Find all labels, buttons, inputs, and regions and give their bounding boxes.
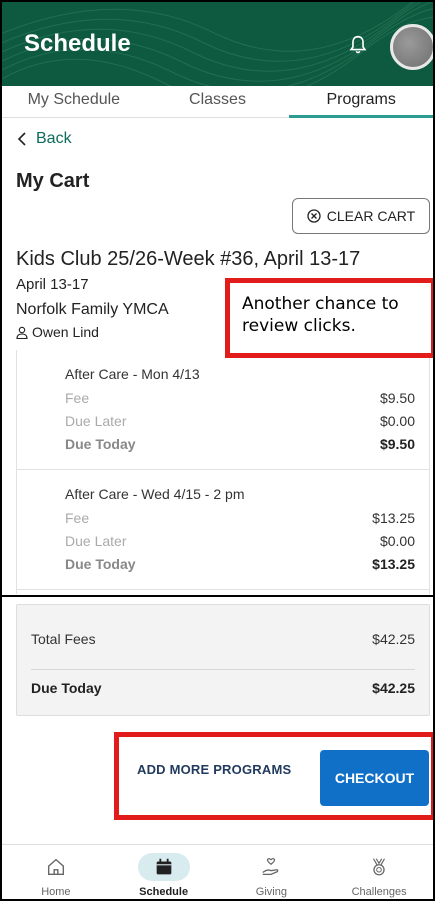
- due-later-row: Due Later $0.00: [65, 413, 415, 429]
- summary-due-today-label: Due Today: [31, 680, 102, 696]
- checkout-button[interactable]: CHECKOUT: [320, 750, 429, 806]
- clear-cart-button[interactable]: CLEAR CART: [292, 198, 430, 234]
- bell-icon[interactable]: [347, 34, 369, 56]
- cart-item: After Care - Mon 4/13 Fee $9.50 Due Late…: [17, 350, 429, 470]
- due-today-value: $9.50: [379, 436, 415, 452]
- program-title: Kids Club 25/26-Week #36, April 13-17: [16, 248, 361, 270]
- due-later-label: Due Later: [65, 533, 127, 549]
- giving-hand-icon: [245, 853, 297, 881]
- cart-item-name: After Care - Wed 4/15 - 2 pm: [65, 486, 245, 502]
- fee-value: $9.50: [379, 390, 415, 406]
- due-today-label: Due Today: [65, 556, 136, 572]
- app-frame: Schedule My Schedule Classes Programs Ba…: [0, 0, 435, 901]
- total-fees-row: Total Fees $42.25: [31, 605, 415, 670]
- nav-schedule-label: Schedule: [139, 886, 189, 898]
- nav-challenges-label: Challenges: [351, 886, 407, 898]
- avatar[interactable]: [390, 24, 433, 70]
- chevron-left-icon: [17, 132, 26, 146]
- fee-row: Fee $13.25: [65, 510, 415, 526]
- medal-icon: [353, 853, 405, 881]
- tab-bar: My Schedule Classes Programs: [2, 86, 433, 118]
- section-divider: [2, 595, 433, 597]
- fee-value: $13.25: [372, 510, 415, 526]
- tab-my-schedule[interactable]: My Schedule: [2, 86, 146, 117]
- nav-giving[interactable]: Giving: [218, 845, 326, 899]
- tab-programs[interactable]: Programs: [289, 86, 433, 118]
- program-location: Norfolk Family YMCA: [16, 301, 169, 318]
- cart-summary: Total Fees $42.25 Due Today $42.25: [16, 604, 430, 716]
- home-icon: [30, 853, 82, 881]
- fee-label: Fee: [65, 510, 90, 526]
- clear-cart-label: CLEAR CART: [326, 208, 416, 224]
- clear-circle-x-icon: [307, 209, 321, 223]
- total-fees-value: $42.25: [372, 631, 415, 647]
- due-later-label: Due Later: [65, 413, 127, 429]
- nav-home[interactable]: Home: [2, 845, 110, 899]
- tab-classes[interactable]: Classes: [146, 86, 290, 117]
- due-later-value: $0.00: [379, 413, 415, 429]
- fee-label: Fee: [65, 390, 90, 406]
- page-title: My Cart: [16, 170, 90, 192]
- cart-items-list: After Care - Mon 4/13 Fee $9.50 Due Late…: [16, 350, 430, 594]
- total-fees-label: Total Fees: [31, 631, 96, 647]
- due-today-value: $13.25: [372, 556, 415, 572]
- due-today-label: Due Today: [65, 436, 136, 452]
- page-header-title: Schedule: [24, 30, 131, 57]
- nav-home-label: Home: [41, 886, 71, 898]
- fee-row: Fee $9.50: [65, 390, 415, 406]
- nav-schedule[interactable]: Schedule: [110, 845, 218, 899]
- nav-giving-label: Giving: [255, 886, 287, 898]
- due-later-value: $0.00: [379, 533, 415, 549]
- due-today-row: Due Today $13.25: [65, 556, 415, 572]
- program-participant: Owen Lind: [16, 324, 99, 340]
- program-dates: April 13-17: [16, 276, 89, 293]
- participant-name: Owen Lind: [32, 324, 99, 340]
- cart-item-name: After Care - Mon 4/13: [65, 366, 200, 382]
- annotation-callout: Another chance to review clicks.: [225, 278, 433, 358]
- back-label: Back: [36, 130, 72, 147]
- add-more-programs-button[interactable]: ADD MORE PROGRAMS: [137, 762, 291, 777]
- person-icon: [16, 326, 28, 339]
- calendar-icon: [137, 853, 190, 881]
- bottom-nav: Home Schedule Giving Challenges: [2, 844, 433, 899]
- summary-due-today-row: Due Today $42.25: [31, 670, 415, 696]
- due-today-row: Due Today $9.50: [65, 436, 415, 452]
- due-later-row: Due Later $0.00: [65, 533, 415, 549]
- summary-due-today-value: $42.25: [372, 680, 415, 696]
- back-link[interactable]: Back: [16, 130, 72, 148]
- nav-challenges[interactable]: Challenges: [325, 845, 433, 899]
- cart-item: After Care - Wed 4/15 - 2 pm Fee $13.25 …: [17, 470, 429, 590]
- app-header: Schedule: [2, 2, 433, 86]
